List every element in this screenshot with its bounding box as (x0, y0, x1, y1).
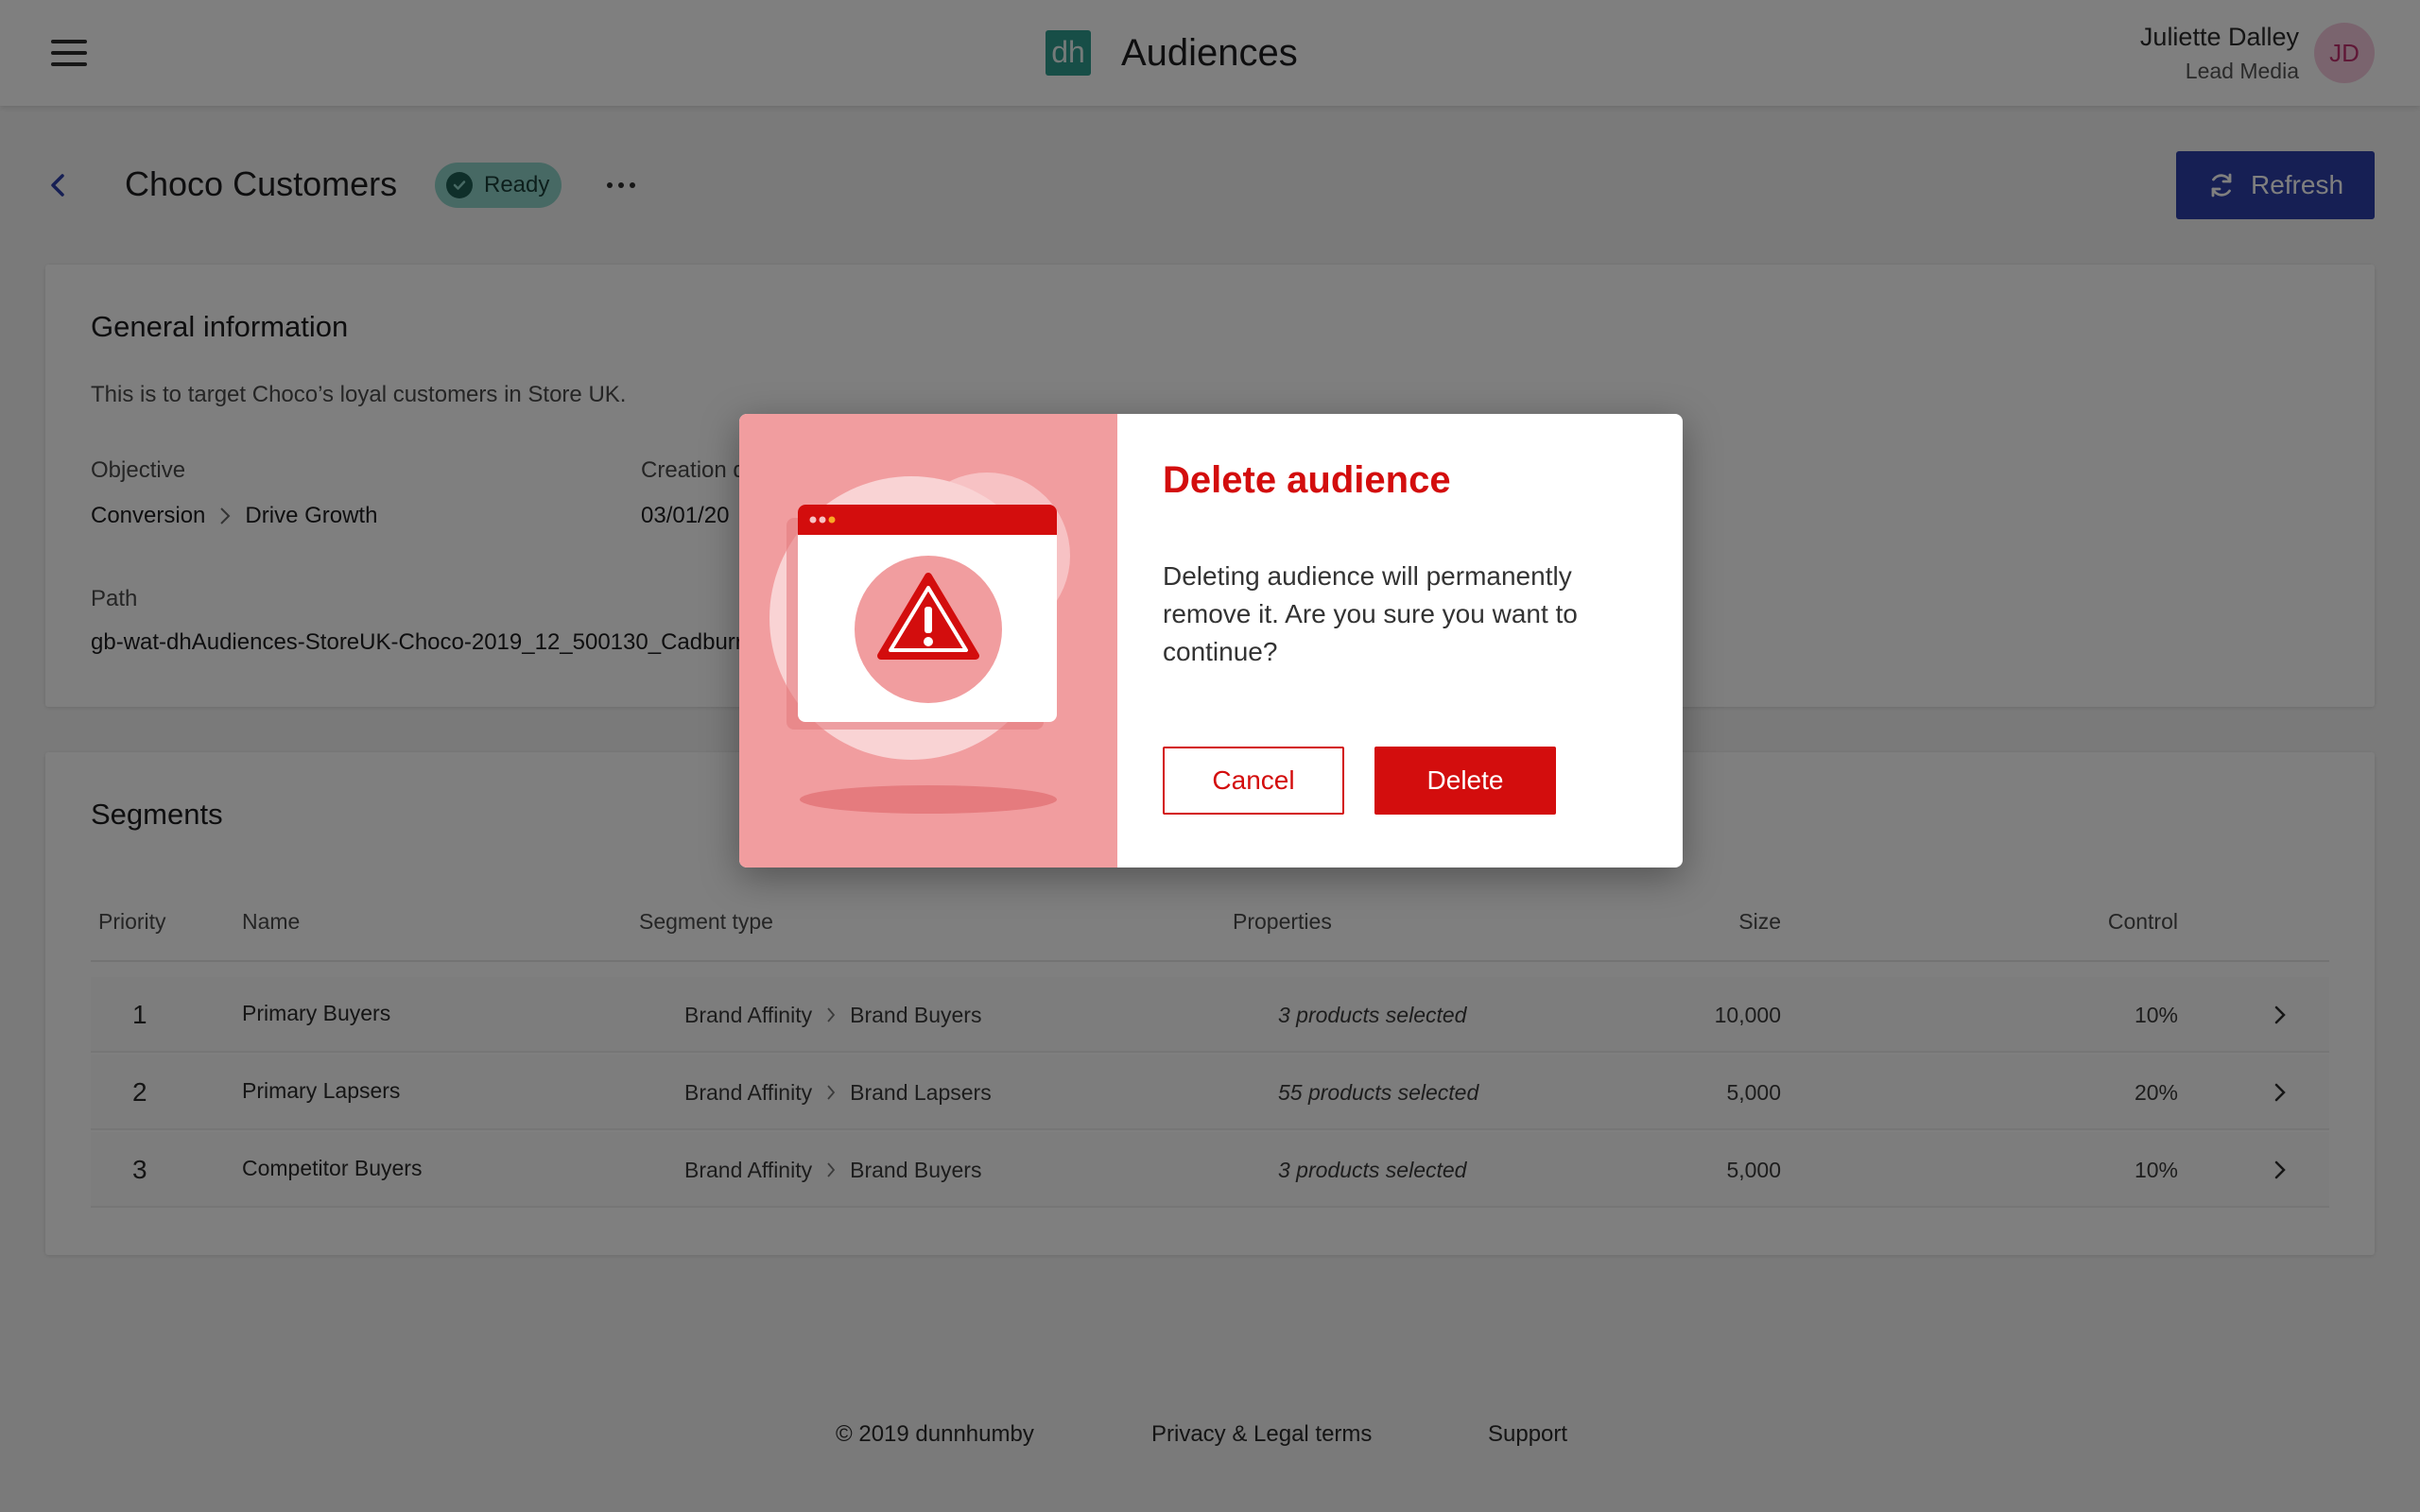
delete-button[interactable]: Delete (1374, 747, 1556, 815)
dialog-title: Delete audience (1163, 459, 1451, 501)
delete-audience-dialog: Delete audience Deleting audience will p… (739, 414, 1683, 868)
warning-illustration (739, 414, 1117, 868)
cancel-button[interactable]: Cancel (1163, 747, 1344, 815)
dialog-message: Deleting audience will permanently remov… (1163, 561, 1578, 666)
dialog-content: Delete audience Deleting audience will p… (1117, 414, 1683, 868)
